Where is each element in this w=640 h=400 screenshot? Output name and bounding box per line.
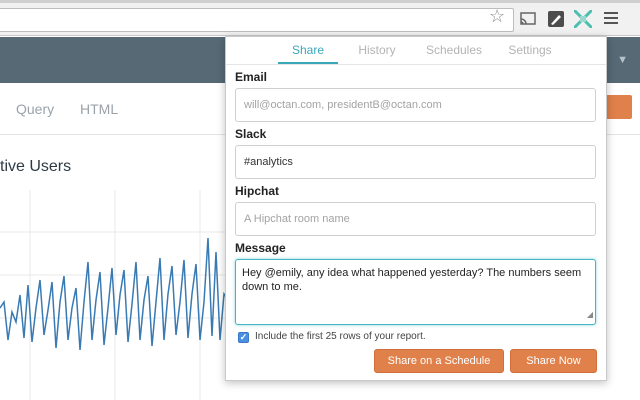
hipchat-field[interactable] [235,202,596,236]
nav-html-tab[interactable]: HTML [80,101,118,117]
message-text: Hey @emily, any idea what happened yeste… [242,267,582,293]
popup-tabs: Share History Schedules Settings [226,37,606,65]
message-textarea[interactable]: Hey @emily, any idea what happened yeste… [235,259,596,325]
share-popup: Share History Schedules Settings Email S… [225,36,607,381]
share-on-schedule-button[interactable]: Share on a Schedule [374,349,504,373]
tab-share[interactable]: Share [278,43,338,57]
address-bar[interactable] [0,8,514,32]
chart-title: tive Users [0,158,72,175]
hipchat-label: Hipchat [235,184,280,198]
include-rows-checkbox[interactable]: ✓ [238,332,249,343]
active-tab-indicator [278,62,338,64]
tab-settings[interactable]: Settings [502,43,558,57]
slack-field[interactable] [235,145,596,179]
tab-history[interactable]: History [344,43,410,57]
tab-schedules[interactable]: Schedules [420,43,488,57]
pen-icon[interactable] [547,10,565,28]
background-chart [0,190,230,400]
resize-handle-icon[interactable]: ◢ [587,308,593,322]
browser-toolbar: ☆ [0,3,640,36]
action-button[interactable] [606,95,632,119]
email-field[interactable] [235,88,596,122]
include-rows-label: Include the first 25 rows of your report… [255,331,426,342]
share-now-button[interactable]: Share Now [510,349,597,373]
message-label: Message [235,241,286,255]
extension-icon[interactable] [574,10,592,28]
series-line [0,237,229,351]
nav-query-tab[interactable]: Query [16,101,54,117]
email-label: Email [235,70,268,84]
star-icon[interactable]: ☆ [489,7,505,25]
cast-icon[interactable] [519,10,537,28]
slack-label: Slack [235,127,267,141]
menu-icon[interactable] [604,12,618,26]
chevron-down-icon[interactable]: ▼ [617,54,628,66]
